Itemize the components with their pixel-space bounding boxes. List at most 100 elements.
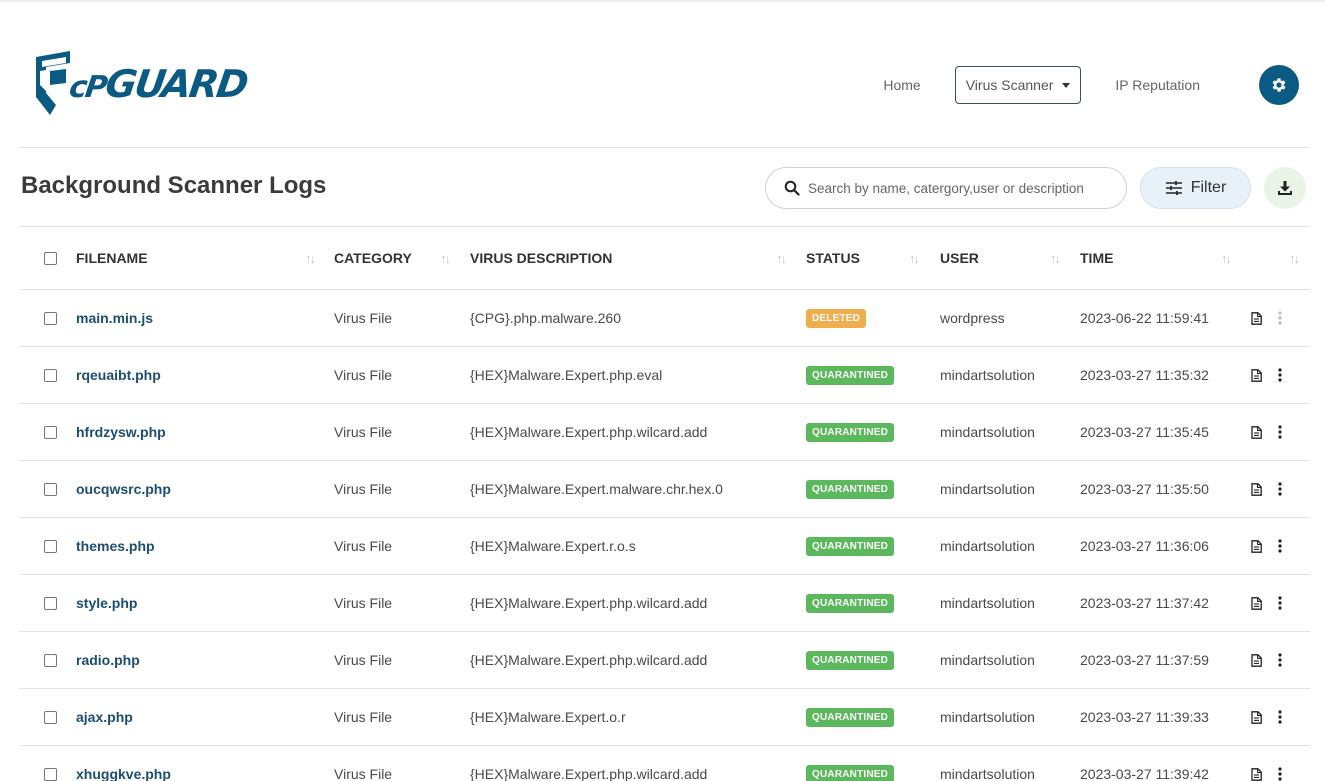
filename-link[interactable]: xhuggkve.php: [76, 766, 171, 781]
filename-link[interactable]: main.min.js: [76, 310, 153, 326]
row-actions-button[interactable]: [1273, 710, 1287, 724]
row-select-cell: [44, 347, 57, 403]
view-details-button[interactable]: [1250, 632, 1263, 688]
virus-description-cell: {HEX}Malware.Expert.malware.chr.hex.0: [470, 481, 723, 497]
status-cell: QUARANTINED: [806, 518, 895, 574]
row-select-cell: [44, 404, 57, 460]
column-header-status[interactable]: STATUS: [806, 227, 860, 289]
document-icon: [1251, 425, 1262, 439]
sort-icon[interactable]: ↑↓: [1050, 227, 1061, 289]
more-vertical-icon: [1278, 710, 1282, 724]
column-header-virus-description[interactable]: VIRUS DESCRIPTION: [470, 227, 612, 289]
filter-button[interactable]: Filter: [1140, 167, 1251, 209]
more-vertical-icon: [1278, 368, 1282, 382]
row-checkbox[interactable]: [44, 425, 57, 439]
status-badge: QUARANTINED: [806, 707, 895, 727]
nav-virus-scanner-dropdown[interactable]: Virus Scanner: [954, 66, 1082, 104]
header: cPGUARD Home Virus Scanner IP Reputation: [0, 0, 1325, 148]
row-checkbox[interactable]: [44, 539, 57, 553]
search-input[interactable]: [808, 180, 1108, 196]
row-actions-button[interactable]: [1273, 482, 1287, 496]
view-details-button[interactable]: [1250, 290, 1263, 346]
nav-home[interactable]: Home: [866, 77, 937, 93]
view-details-button[interactable]: [1250, 461, 1263, 517]
row-checkbox[interactable]: [44, 710, 57, 724]
filename-link[interactable]: hfrdzysw.php: [76, 424, 166, 440]
virus-description-cell: {CPG}.php.malware.260: [470, 310, 621, 326]
status-badge: QUARANTINED: [806, 536, 895, 556]
row-checkbox[interactable]: [44, 596, 57, 610]
row-actions-cell: [1273, 575, 1287, 631]
row-checkbox[interactable]: [44, 653, 57, 667]
nav-ip-reputation[interactable]: IP Reputation: [1098, 77, 1217, 93]
filename-cell: xhuggkve.php: [76, 746, 171, 781]
view-details-button[interactable]: [1250, 746, 1263, 781]
filename-link[interactable]: style.php: [76, 595, 137, 611]
download-button[interactable]: [1264, 167, 1306, 209]
row-checkbox[interactable]: [44, 368, 57, 382]
filename-cell: radio.php: [76, 632, 140, 688]
sort-icon[interactable]: ↑↓: [440, 227, 451, 289]
filename-link[interactable]: themes.php: [76, 538, 155, 554]
row-actions-button[interactable]: [1273, 368, 1287, 382]
select-all-checkbox[interactable]: [44, 251, 57, 265]
view-details-button[interactable]: [1250, 518, 1263, 574]
view-details-button[interactable]: [1250, 689, 1263, 745]
settings-button[interactable]: [1259, 65, 1299, 105]
column-header-time[interactable]: TIME: [1080, 227, 1113, 289]
row-select-cell: [44, 746, 57, 781]
user-cell: mindartsolution: [940, 367, 1035, 383]
row-actions-button[interactable]: [1273, 596, 1287, 610]
user-cell: mindartsolution: [940, 652, 1035, 668]
more-vertical-icon: [1278, 596, 1282, 610]
more-vertical-icon: [1278, 311, 1282, 325]
row-actions-button[interactable]: [1273, 539, 1287, 553]
view-details-button[interactable]: [1250, 404, 1263, 460]
logo-text: cPGUARD: [67, 62, 250, 106]
filename-link[interactable]: radio.php: [76, 652, 140, 668]
document-icon: [1251, 539, 1262, 553]
sort-icon[interactable]: ↑↓: [776, 227, 787, 289]
time-cell: 2023-03-27 11:39:33: [1080, 709, 1209, 725]
sort-icon[interactable]: ↑↓: [1289, 227, 1300, 289]
row-actions-button[interactable]: [1273, 425, 1287, 439]
category-cell: Virus File: [334, 367, 393, 383]
filename-cell: themes.php: [76, 518, 155, 574]
time-cell: 2023-03-27 11:37:59: [1080, 652, 1209, 668]
row-actions-cell: [1273, 404, 1287, 460]
filename-link[interactable]: ajax.php: [76, 709, 133, 725]
view-details-button[interactable]: [1250, 575, 1263, 631]
user-cell: mindartsolution: [940, 766, 1035, 781]
search-box[interactable]: [765, 167, 1127, 209]
search-icon: [784, 180, 800, 196]
row-checkbox[interactable]: [44, 767, 57, 781]
status-cell: QUARANTINED: [806, 746, 895, 781]
row-actions-cell: [1273, 347, 1287, 403]
column-header-user[interactable]: USER: [940, 227, 979, 289]
view-details-button[interactable]: [1250, 347, 1263, 403]
sort-icon[interactable]: ↑↓: [909, 227, 920, 289]
more-vertical-icon: [1278, 653, 1282, 667]
virus-description-cell: {HEX}Malware.Expert.o.r: [470, 709, 626, 725]
column-header-filename[interactable]: FILENAME: [76, 227, 148, 289]
row-checkbox[interactable]: [44, 482, 57, 496]
row-actions-button[interactable]: [1273, 311, 1287, 325]
sort-icon[interactable]: ↑↓: [305, 227, 316, 289]
time-cell: 2023-06-22 11:59:41: [1080, 310, 1209, 326]
filename-link[interactable]: oucqwsrc.php: [76, 481, 171, 497]
table-row: xhuggkve.php Virus File {HEX}Malware.Exp…: [19, 746, 1310, 781]
header-divider: [19, 147, 1310, 148]
cpguard-logo[interactable]: cPGUARD: [30, 48, 249, 120]
sort-icon[interactable]: ↑↓: [1221, 227, 1232, 289]
filename-link[interactable]: rqeuaibt.php: [76, 367, 161, 383]
row-select-cell: [44, 632, 57, 688]
row-checkbox[interactable]: [44, 311, 57, 325]
row-actions-button[interactable]: [1273, 653, 1287, 667]
column-header-category[interactable]: CATEGORY: [334, 227, 412, 289]
filter-label: Filter: [1190, 179, 1227, 196]
table-row: hfrdzysw.php Virus File {HEX}Malware.Exp…: [19, 404, 1310, 461]
row-select-cell: [44, 461, 57, 517]
row-select-cell: [44, 575, 57, 631]
row-actions-button[interactable]: [1273, 767, 1287, 781]
category-cell: Virus File: [334, 652, 393, 668]
